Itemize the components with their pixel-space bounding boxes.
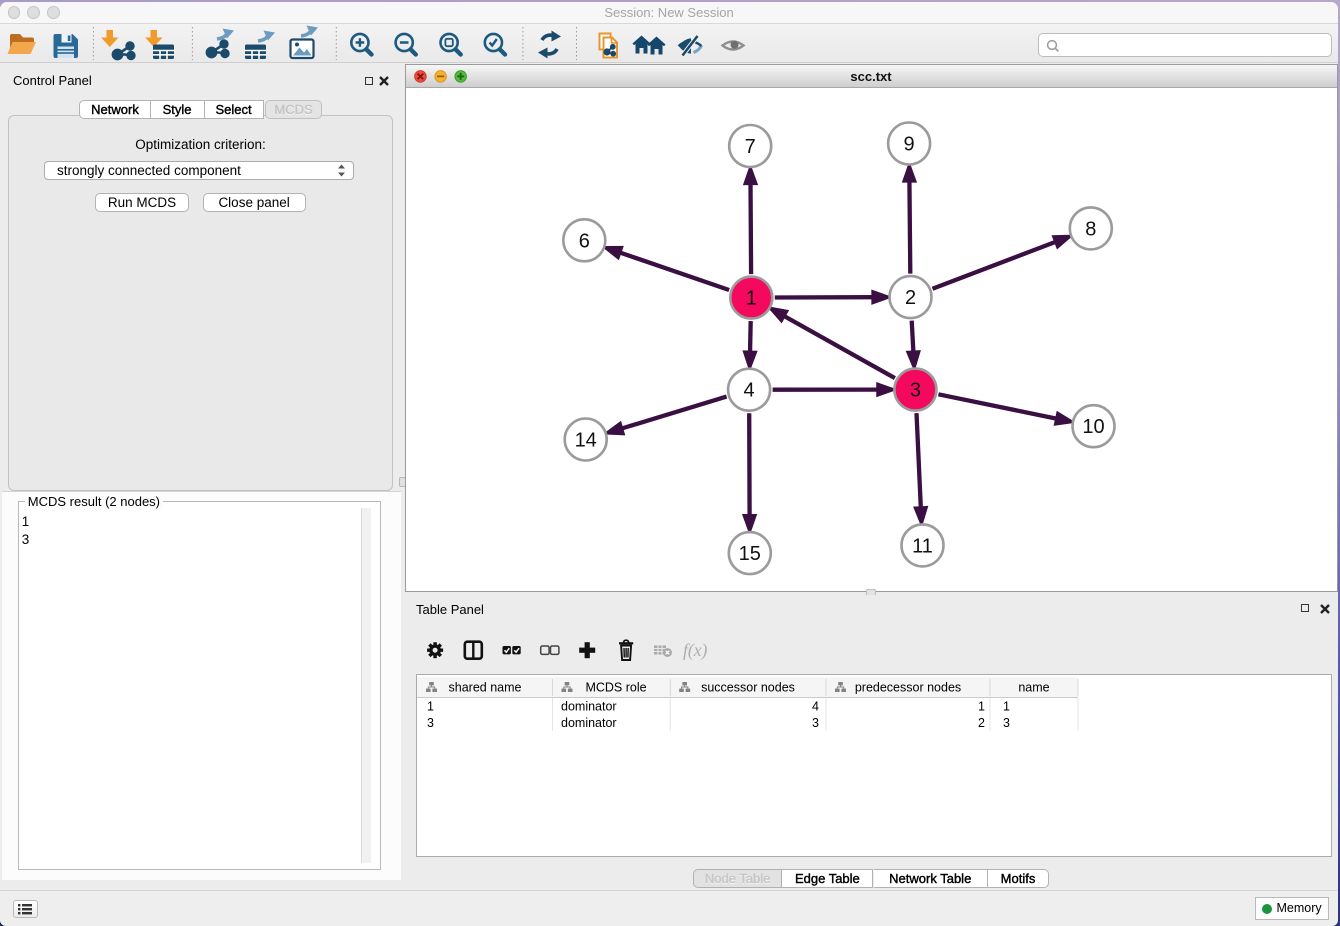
- svg-text:name: name: [1018, 680, 1049, 694]
- svg-text:7: 7: [744, 136, 755, 158]
- svg-text:1: 1: [1003, 699, 1010, 713]
- svg-text:f(x): f(x): [683, 640, 707, 660]
- svg-text:3: 3: [812, 716, 819, 730]
- svg-text:dominator: dominator: [561, 699, 617, 713]
- svg-text:14: 14: [574, 430, 596, 452]
- svg-text:3: 3: [1003, 716, 1010, 730]
- svg-text:2: 2: [904, 287, 915, 309]
- svg-text:4: 4: [743, 380, 754, 402]
- svg-text:6: 6: [578, 230, 589, 252]
- svg-text:predecessor nodes: predecessor nodes: [854, 680, 960, 694]
- svg-text:4: 4: [812, 699, 819, 713]
- svg-text:11: 11: [912, 535, 933, 557]
- svg-text:10: 10: [1082, 416, 1104, 438]
- svg-text:2: 2: [978, 716, 985, 730]
- svg-text:shared name: shared name: [448, 680, 521, 694]
- svg-text:dominator: dominator: [561, 716, 617, 730]
- svg-text:1: 1: [745, 288, 756, 310]
- svg-text:1: 1: [978, 699, 985, 713]
- svg-text:9: 9: [903, 134, 914, 156]
- svg-text:3: 3: [427, 716, 434, 730]
- svg-text:successor nodes: successor nodes: [701, 680, 795, 694]
- svg-text:8: 8: [1085, 218, 1096, 240]
- svg-text:15: 15: [738, 543, 760, 565]
- svg-text:3: 3: [909, 380, 920, 402]
- svg-text:1: 1: [427, 699, 434, 713]
- svg-text:MCDS role: MCDS role: [585, 680, 646, 694]
